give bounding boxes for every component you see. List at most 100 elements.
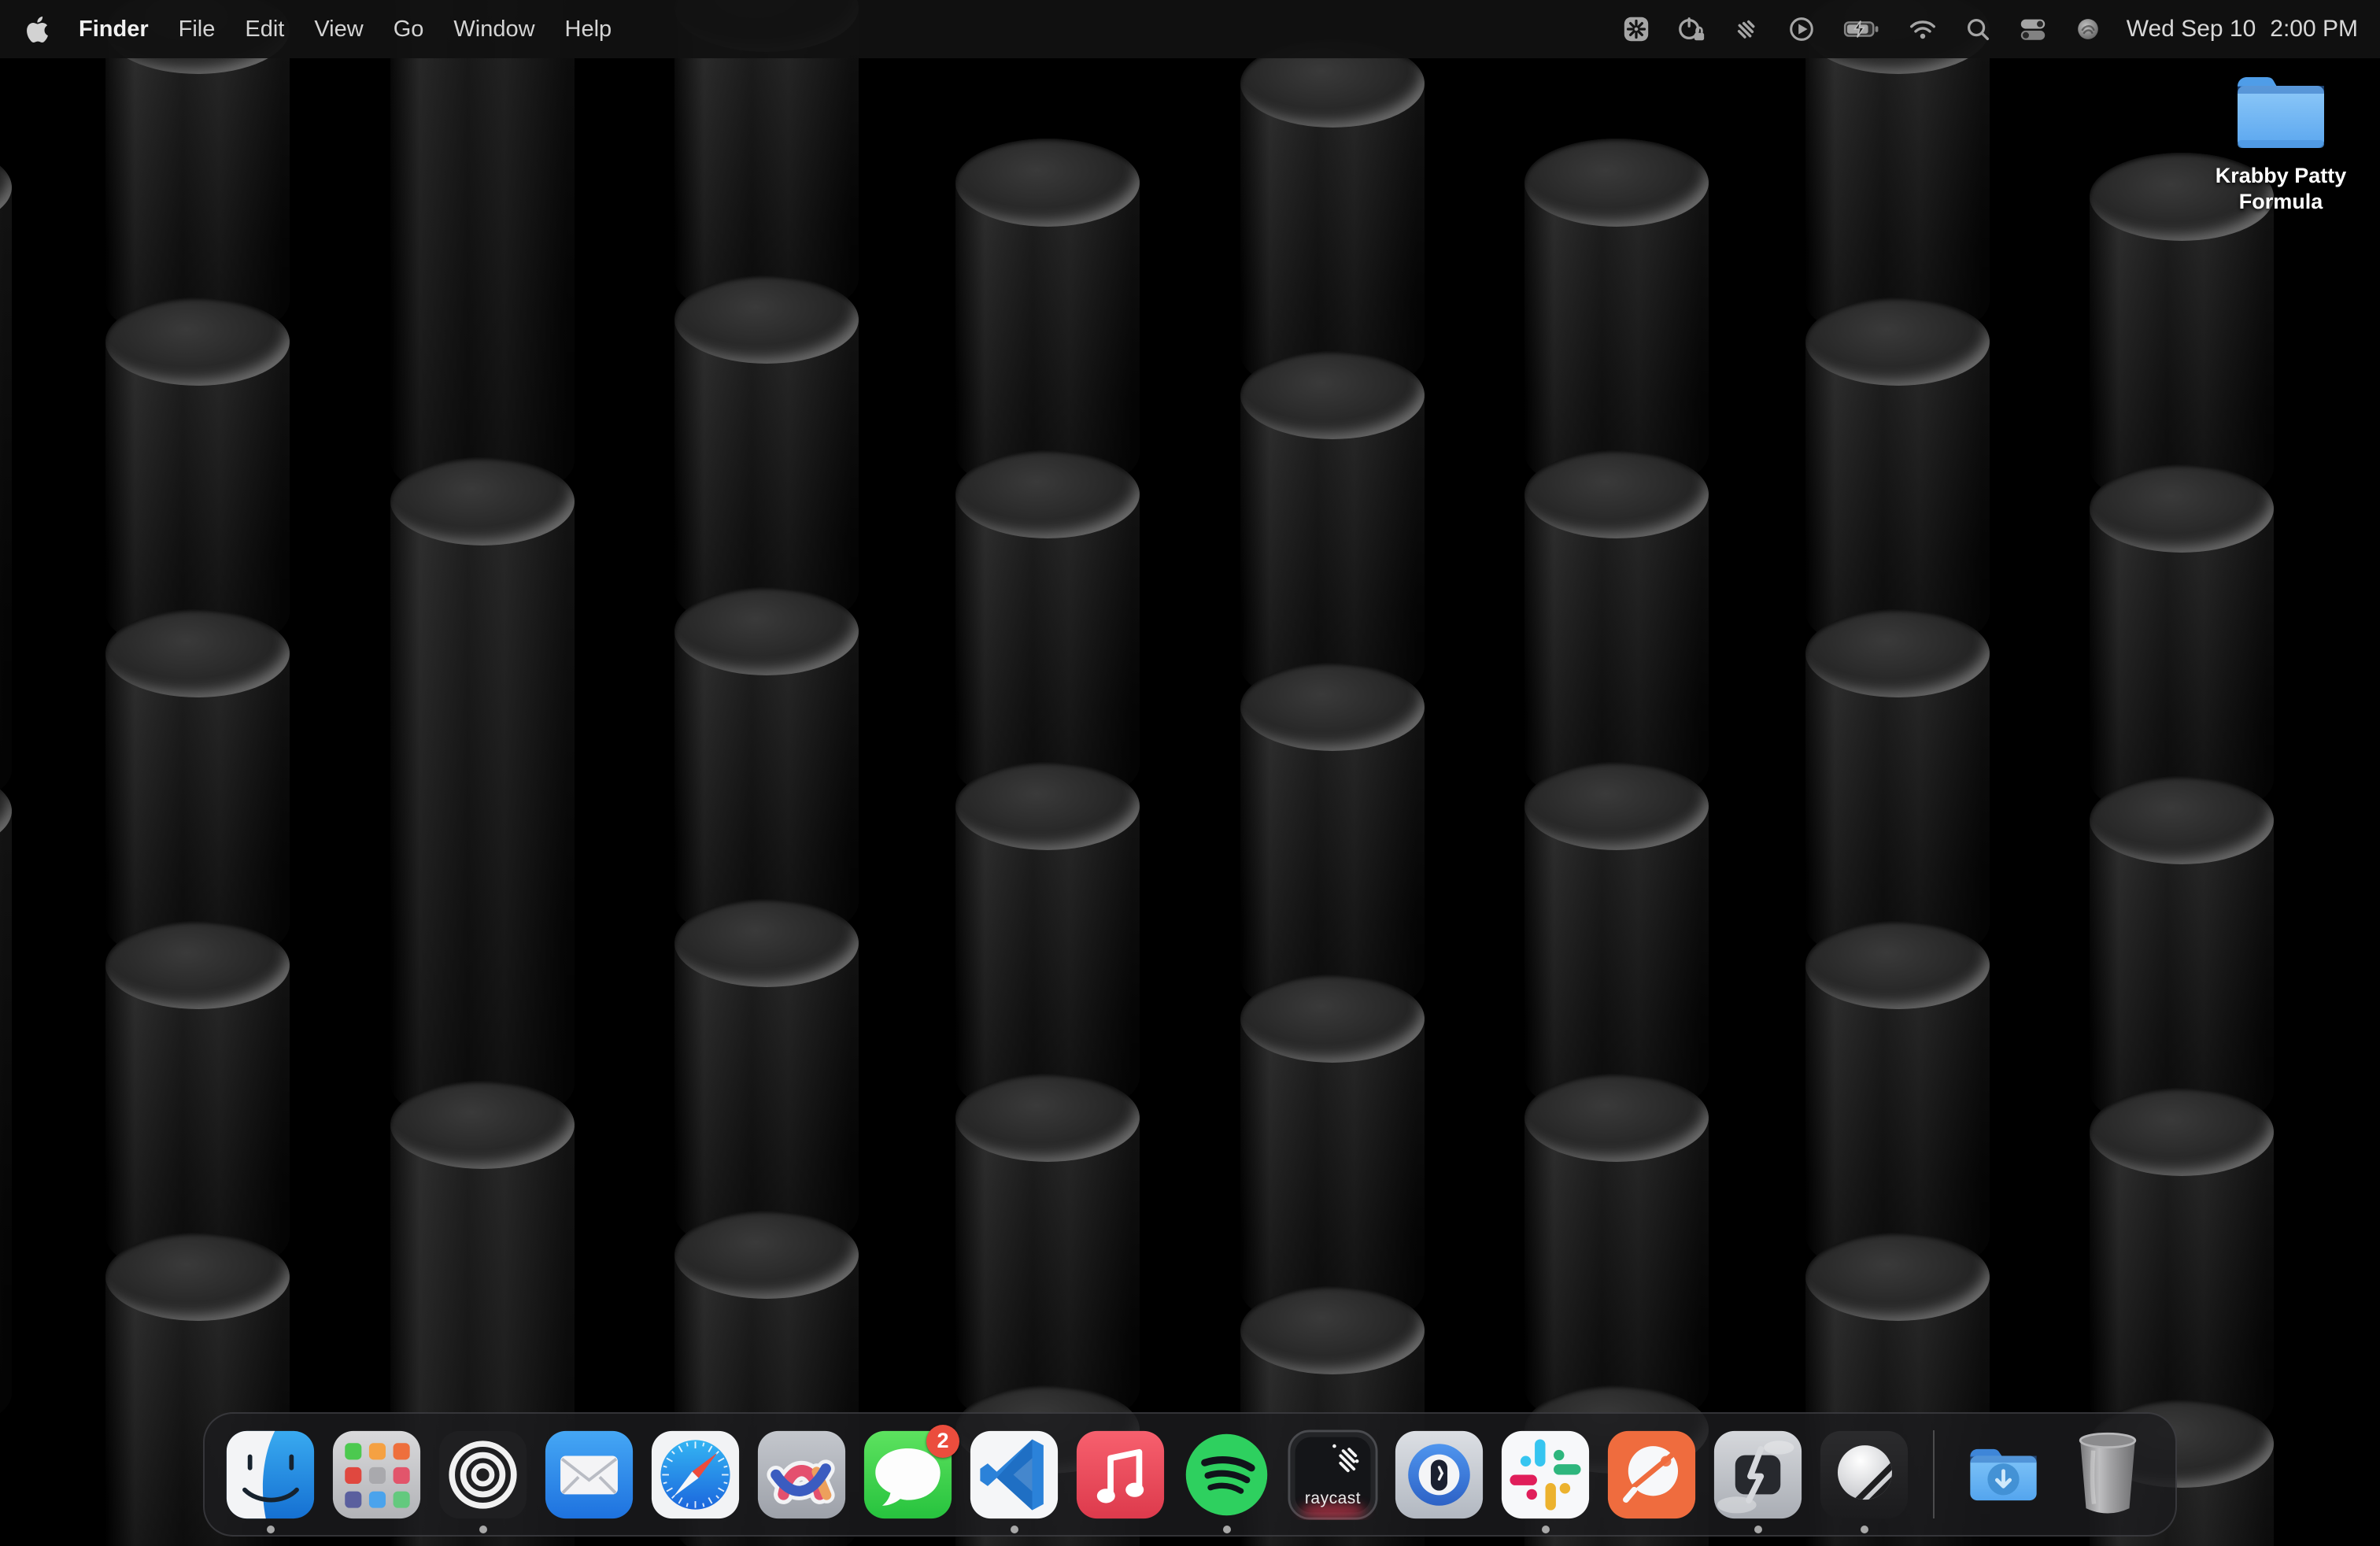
wallpaper-pillar-segment (674, 587, 859, 943)
wallpaper-pillar-segment (955, 139, 1140, 494)
pillar-body (1805, 30, 1990, 342)
blue-folder-icon (2231, 72, 2330, 157)
pillar-cap (105, 921, 290, 1009)
power-lock-icon[interactable] (1664, 14, 1719, 44)
dock-item-safari[interactable] (650, 1429, 741, 1520)
battery-charging-icon[interactable] (1829, 14, 1895, 44)
dock-item-graycard[interactable] (1713, 1429, 1803, 1520)
desktop-screen: FinderFileEditViewGoWindowHelp Wed Sep 1… (0, 0, 2380, 1546)
wifi-icon[interactable] (1895, 14, 1950, 44)
pillar-cap (1805, 298, 1990, 386)
pillar-cap (1805, 609, 1990, 697)
pillar-cap (1240, 663, 1425, 751)
menu-window[interactable]: Window (438, 17, 549, 42)
menu-file[interactable]: File (164, 17, 231, 42)
pillar-cap (955, 762, 1140, 850)
pillar-cap (105, 609, 290, 697)
dock-divider (1933, 1430, 1935, 1518)
dock-item-raycast[interactable]: raycast (1288, 1429, 1378, 1520)
notification-badge: 2 (926, 1425, 959, 1458)
rings-icon (438, 1429, 528, 1520)
dock-item-arc[interactable] (756, 1429, 847, 1520)
clock-time: 2:00 PM (2270, 16, 2358, 43)
running-indicator (1011, 1526, 1018, 1533)
wallpaper-pillar-segment (674, 276, 859, 631)
menu-edit[interactable]: Edit (230, 17, 299, 42)
menu-go[interactable]: Go (379, 17, 439, 42)
dock-item-messages[interactable]: 2 (863, 1429, 953, 1520)
pillar-body (390, 501, 575, 1125)
pillar-body (1805, 342, 1990, 653)
burst-icon[interactable] (1609, 14, 1664, 44)
wallpaper-pillar-segment (0, 767, 12, 1434)
raycast-flag-icon[interactable] (1719, 14, 1774, 44)
app-menus: FinderFileEditViewGoWindowHelp (64, 0, 626, 58)
wallpaper-pillar-segment (1524, 1074, 1709, 1429)
dock-item-slack[interactable] (1500, 1429, 1591, 1520)
dock-item-mail[interactable] (544, 1429, 634, 1520)
menu-finder[interactable]: Finder (64, 17, 164, 42)
pillar-body (105, 342, 290, 653)
dock-item-launchpad[interactable] (331, 1429, 422, 1520)
spotlight-search-icon[interactable] (1950, 14, 2005, 44)
pillar-body (1524, 806, 1709, 1118)
pillar-body (1524, 1118, 1709, 1429)
wallpaper-pillar-segment (1805, 609, 1990, 965)
dock-item-finder[interactable] (225, 1429, 316, 1520)
pillar-body (1524, 494, 1709, 806)
desktop-folder-krabby-patty-formula[interactable]: Krabby Patty Formula (2182, 72, 2380, 215)
pillar-cap (1240, 351, 1425, 439)
pillar-body (105, 965, 290, 1277)
wallpaper-pillar-segment (955, 1074, 1140, 1429)
trash-icon (2064, 1426, 2155, 1522)
dock: 2 raycast (203, 1412, 2177, 1537)
running-indicator (1861, 1526, 1868, 1533)
menu-bar: FinderFileEditViewGoWindowHelp Wed Sep 1… (0, 0, 2380, 58)
dock-item-onepassword[interactable] (1394, 1429, 1484, 1520)
pillar-body (674, 943, 859, 1255)
pillar-cap (1805, 921, 1990, 1009)
pillar-cap (1524, 450, 1709, 538)
pillar-cap (1524, 1074, 1709, 1162)
pillar-cap (674, 1211, 859, 1299)
music-icon (1075, 1429, 1166, 1520)
dock-item-music[interactable] (1075, 1429, 1166, 1520)
menu-view[interactable]: View (299, 17, 378, 42)
play-circle-icon[interactable] (1774, 14, 1829, 44)
pillar-cap (1240, 975, 1425, 1063)
menu-help[interactable]: Help (550, 17, 627, 42)
running-indicator (267, 1526, 275, 1533)
siri-icon[interactable] (2060, 14, 2116, 44)
clock-date: Wed Sep 10 (2127, 16, 2256, 43)
pillar-cap (1240, 1286, 1425, 1374)
wallpaper-pillar-segment (105, 609, 290, 965)
pillar-cap (105, 298, 290, 386)
apple-menu-icon[interactable] (27, 17, 48, 43)
menu-bar-clock[interactable]: Wed Sep 10 2:00 PM (2127, 16, 2358, 43)
pillar-cap (1805, 1233, 1990, 1321)
pillar-body (2090, 197, 2274, 509)
dock-item-vscode[interactable] (969, 1429, 1059, 1520)
pillar-body (2090, 509, 2274, 820)
pillar-body (105, 653, 290, 965)
downloads-icon (1958, 1429, 2049, 1520)
launchpad-icon (331, 1429, 422, 1520)
dock-item-downloads[interactable] (1958, 1429, 2049, 1520)
pillar-cap (105, 1233, 290, 1321)
graycard-icon (1713, 1429, 1803, 1520)
mail-icon (544, 1429, 634, 1520)
dock-item-postman[interactable] (1606, 1429, 1697, 1520)
wallpaper-pillar-segment (955, 762, 1140, 1118)
pillar-body (674, 631, 859, 943)
dock-item-trash[interactable] (2064, 1429, 2155, 1520)
dock-item-rings[interactable] (438, 1429, 528, 1520)
wallpaper-pillar-segment (2090, 1088, 2274, 1444)
pillar-body (955, 183, 1140, 494)
spotify-icon (1181, 1429, 1272, 1520)
pillar-body (1240, 395, 1425, 707)
dock-item-spotify[interactable] (1181, 1429, 1272, 1520)
arc-icon (756, 1429, 847, 1520)
dock-item-sphere[interactable] (1819, 1429, 1909, 1520)
control-center-icon[interactable] (2005, 14, 2060, 44)
pillar-cap (955, 1074, 1140, 1162)
